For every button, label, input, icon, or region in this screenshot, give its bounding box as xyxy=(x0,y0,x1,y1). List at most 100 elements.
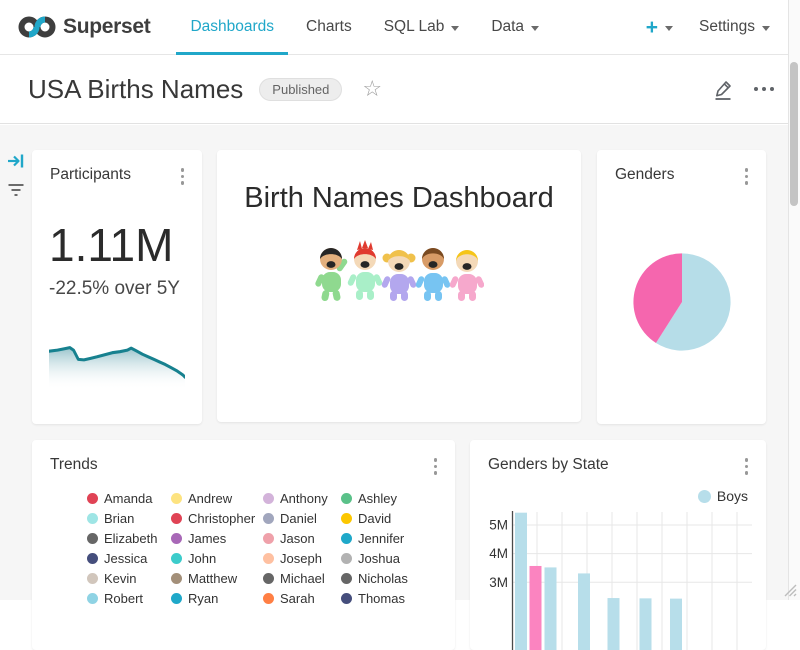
chevron-down-icon xyxy=(665,26,673,31)
chevron-down-icon xyxy=(762,26,770,31)
legend-item-david[interactable]: David xyxy=(341,508,408,528)
legend-color-dot xyxy=(263,493,274,504)
legend-label: Thomas xyxy=(358,591,405,606)
legend-color-dot xyxy=(341,573,352,584)
nav-item-sql-lab[interactable]: SQL Lab xyxy=(368,0,476,55)
scrollbar-track[interactable] xyxy=(788,0,800,600)
legend-label: Jason xyxy=(280,531,315,546)
filter-funnel-icon[interactable] xyxy=(7,182,25,198)
legend-item-brian[interactable]: Brian xyxy=(87,508,171,528)
legend-label: Brian xyxy=(104,511,134,526)
legend-item-nicholas[interactable]: Nicholas xyxy=(341,568,408,588)
brand-name: Superset xyxy=(63,15,150,39)
nav-item-label: Charts xyxy=(306,18,352,36)
dashboard-canvas: Participants 1.11M -22.5% over 5Y Birth … xyxy=(0,125,800,600)
legend-color-dot xyxy=(263,573,274,584)
legend-label: Joshua xyxy=(358,551,400,566)
favorite-star-icon[interactable]: ☆ xyxy=(362,78,382,100)
legend-item-sarah[interactable]: Sarah xyxy=(263,588,341,608)
legend-item-andrew[interactable]: Andrew xyxy=(171,488,263,508)
nav-item-data[interactable]: Data xyxy=(475,0,555,55)
legend-item-thomas[interactable]: Thomas xyxy=(341,588,408,608)
legend-color-dot xyxy=(263,593,274,604)
chevron-down-icon xyxy=(531,26,539,31)
legend-color-dot xyxy=(263,513,274,524)
legend-color-dot xyxy=(171,573,182,584)
svg-text:5M: 5M xyxy=(489,518,508,533)
settings-menu[interactable]: Settings xyxy=(699,18,770,36)
legend-color-dot xyxy=(87,553,98,564)
legend-item-michael[interactable]: Michael xyxy=(263,568,341,588)
legend-label: James xyxy=(188,531,226,546)
participants-card: Participants 1.11M -22.5% over 5Y xyxy=(32,150,202,424)
legend-item-ryan[interactable]: Ryan xyxy=(171,588,263,608)
legend-label: David xyxy=(358,511,391,526)
legend-item-ashley[interactable]: Ashley xyxy=(341,488,408,508)
legend-item-matthew[interactable]: Matthew xyxy=(171,568,263,588)
scrollbar-thumb[interactable] xyxy=(790,62,798,206)
legend-color-dot xyxy=(341,513,352,524)
legend-label: Michael xyxy=(280,571,325,586)
legend-color-dot xyxy=(171,593,182,604)
legend-label: Kevin xyxy=(104,571,137,586)
genders-by-state-card: Genders by State Boys 5M4M3M xyxy=(470,440,766,650)
legend-color-dot xyxy=(263,533,274,544)
nav-item-label: Dashboards xyxy=(190,18,274,36)
more-actions-icon[interactable] xyxy=(754,87,774,91)
legend-color-dot xyxy=(87,573,98,584)
legend-item-amanda[interactable]: Amanda xyxy=(87,488,171,508)
legend-label: Ashley xyxy=(358,491,397,506)
expand-filter-bar-icon[interactable] xyxy=(7,152,25,170)
legend-item-joshua[interactable]: Joshua xyxy=(341,548,408,568)
new-item-button[interactable]: + xyxy=(646,17,673,38)
legend-item-elizabeth[interactable]: Elizabeth xyxy=(87,528,171,548)
legend-item-kevin[interactable]: Kevin xyxy=(87,568,171,588)
legend-label: Ryan xyxy=(188,591,218,606)
legend-item-robert[interactable]: Robert xyxy=(87,588,171,608)
legend-item-jennifer[interactable]: Jennifer xyxy=(341,528,408,548)
legend-color-dot xyxy=(171,533,182,544)
trends-card: Trends AmandaAndrewAnthonyAshleyBrianChr… xyxy=(32,440,455,650)
nav-item-charts[interactable]: Charts xyxy=(290,0,368,55)
legend-item-james[interactable]: James xyxy=(171,528,263,548)
superset-infinity-icon xyxy=(18,14,56,40)
legend-label: John xyxy=(188,551,216,566)
genders-by-state-bar-chart: 5M4M3M xyxy=(470,440,766,650)
kebab-menu-icon[interactable] xyxy=(177,166,189,187)
legend-item-john[interactable]: John xyxy=(171,548,263,568)
banner-heading: Birth Names Dashboard xyxy=(217,182,581,215)
legend-label: Amanda xyxy=(104,491,152,506)
legend-label: Nicholas xyxy=(358,571,408,586)
nav-menu: Dashboards Charts SQL Lab Data xyxy=(174,0,555,55)
chevron-down-icon xyxy=(451,26,459,31)
kebab-menu-icon[interactable] xyxy=(430,456,442,477)
legend-color-dot xyxy=(171,493,182,504)
nav-item-dashboards[interactable]: Dashboards xyxy=(174,0,290,55)
resize-handle[interactable] xyxy=(783,583,798,598)
superset-logo[interactable]: Superset xyxy=(18,14,150,40)
children-illustration xyxy=(314,240,484,302)
legend-color-dot xyxy=(87,513,98,524)
edit-pencil-icon[interactable] xyxy=(712,77,734,101)
legend-item-jason[interactable]: Jason xyxy=(263,528,341,548)
legend-item-christopher[interactable]: Christopher xyxy=(171,508,263,528)
legend-item-anthony[interactable]: Anthony xyxy=(263,488,341,508)
kebab-menu-icon[interactable] xyxy=(741,166,753,187)
legend-label: Jennifer xyxy=(358,531,404,546)
legend-item-daniel[interactable]: Daniel xyxy=(263,508,341,528)
legend-item-jessica[interactable]: Jessica xyxy=(87,548,171,568)
genders-pie-chart xyxy=(632,252,732,352)
svg-text:4M: 4M xyxy=(489,546,508,561)
legend-label: Matthew xyxy=(188,571,237,586)
legend-color-dot xyxy=(171,513,182,524)
legend-label: Elizabeth xyxy=(104,531,157,546)
legend-color-dot xyxy=(171,553,182,564)
big-number-subheader: -22.5% over 5Y xyxy=(49,278,180,300)
legend-color-dot xyxy=(87,493,98,504)
dashboard-header: USA Births Names Published ☆ xyxy=(0,55,800,124)
page-title: USA Births Names xyxy=(28,74,243,105)
legend-item-joseph[interactable]: Joseph xyxy=(263,548,341,568)
nav-item-label: SQL Lab xyxy=(384,18,445,36)
legend-label: Anthony xyxy=(280,491,328,506)
published-badge[interactable]: Published xyxy=(259,78,342,101)
